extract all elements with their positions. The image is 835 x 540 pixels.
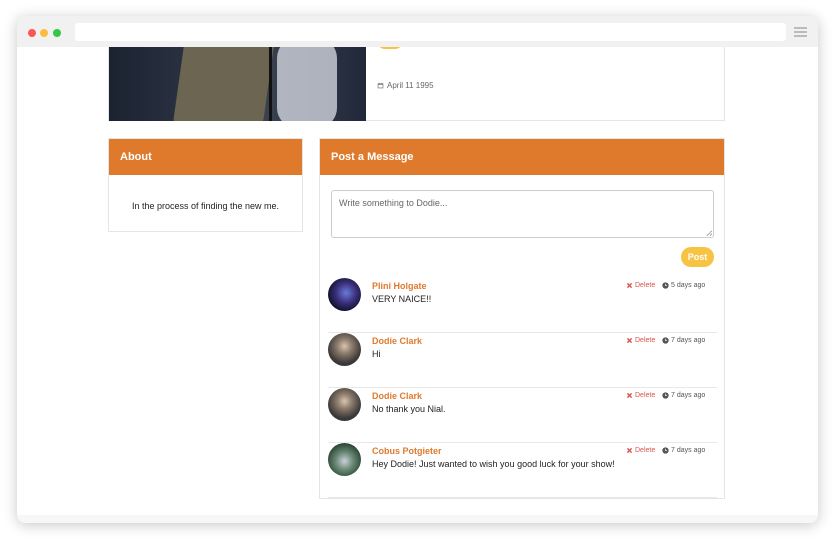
browser-window: April 11 1995 About In the process of fi…: [17, 16, 818, 523]
message-item: Plini Holgate VERY NAICE!! Delete 5 days…: [328, 278, 717, 333]
message-author[interactable]: Dodie Clark: [372, 336, 422, 346]
delete-button[interactable]: Delete: [626, 392, 655, 399]
delete-label: Delete: [635, 282, 656, 289]
message-item: Dodie Clark Hi Delete 7 days ago: [328, 333, 717, 388]
delete-label: Delete: [635, 447, 656, 454]
message-time: 5 days ago: [662, 282, 705, 289]
message-text: Hi: [372, 349, 381, 359]
clock-icon: [662, 282, 669, 289]
profile-action-button[interactable]: [377, 47, 403, 49]
x-icon: [626, 447, 633, 454]
maximize-window-button[interactable]: [53, 29, 61, 37]
calendar-icon: [377, 82, 384, 89]
avatar[interactable]: [328, 278, 361, 311]
delete-label: Delete: [635, 337, 656, 344]
address-bar[interactable]: [75, 23, 786, 41]
delete-button[interactable]: Delete: [626, 282, 655, 289]
post-message-panel: Post a Message Write something to Dodie.…: [319, 138, 725, 499]
clock-icon: [662, 447, 669, 454]
hamburger-icon[interactable]: [794, 27, 807, 37]
message-item: Cobus Potgieter Hey Dodie! Just wanted t…: [328, 443, 717, 498]
delete-button[interactable]: Delete: [626, 337, 655, 344]
message-text: No thank you Nial.: [372, 404, 446, 414]
delete-label: Delete: [635, 392, 656, 399]
time-label: 7 days ago: [671, 392, 706, 399]
avatar[interactable]: [328, 388, 361, 421]
message-text: Hey Dodie! Just wanted to wish you good …: [372, 459, 615, 469]
about-text: In the process of finding the new me.: [131, 201, 280, 211]
time-label: 7 days ago: [671, 447, 706, 454]
message-author[interactable]: Plini Holgate: [372, 281, 427, 291]
message-time: 7 days ago: [662, 392, 705, 399]
x-icon: [626, 282, 633, 289]
browser-titlebar: [17, 16, 818, 47]
minimize-window-button[interactable]: [40, 29, 48, 37]
message-input[interactable]: Write something to Dodie...: [331, 190, 714, 238]
x-icon: [626, 392, 633, 399]
message-input-placeholder: Write something to Dodie...: [339, 198, 448, 208]
x-icon: [626, 337, 633, 344]
about-panel: About In the process of finding the new …: [108, 138, 303, 232]
birthday-text: April 11 1995: [387, 81, 434, 90]
post-message-title: Post a Message: [320, 139, 724, 175]
clock-icon: [662, 392, 669, 399]
post-button[interactable]: Post: [681, 247, 714, 267]
message-author[interactable]: Cobus Potgieter: [372, 446, 442, 456]
about-title: About: [109, 139, 302, 175]
birthday-info: April 11 1995: [377, 81, 434, 90]
close-window-button[interactable]: [28, 29, 36, 37]
profile-card: April 11 1995: [108, 47, 725, 121]
time-label: 5 days ago: [671, 282, 706, 289]
time-label: 7 days ago: [671, 337, 706, 344]
cover-photo: [109, 47, 366, 121]
message-author[interactable]: Dodie Clark: [372, 391, 422, 401]
avatar[interactable]: [328, 443, 361, 476]
resize-handle[interactable]: [706, 230, 712, 236]
message-text: VERY NAICE!!: [372, 294, 432, 304]
page-content: April 11 1995 About In the process of fi…: [17, 47, 818, 515]
message-time: 7 days ago: [662, 337, 705, 344]
avatar[interactable]: [328, 333, 361, 366]
delete-button[interactable]: Delete: [626, 447, 655, 454]
clock-icon: [662, 337, 669, 344]
message-time: 7 days ago: [662, 447, 705, 454]
message-item: Dodie Clark No thank you Nial. Delete 7 …: [328, 388, 717, 443]
